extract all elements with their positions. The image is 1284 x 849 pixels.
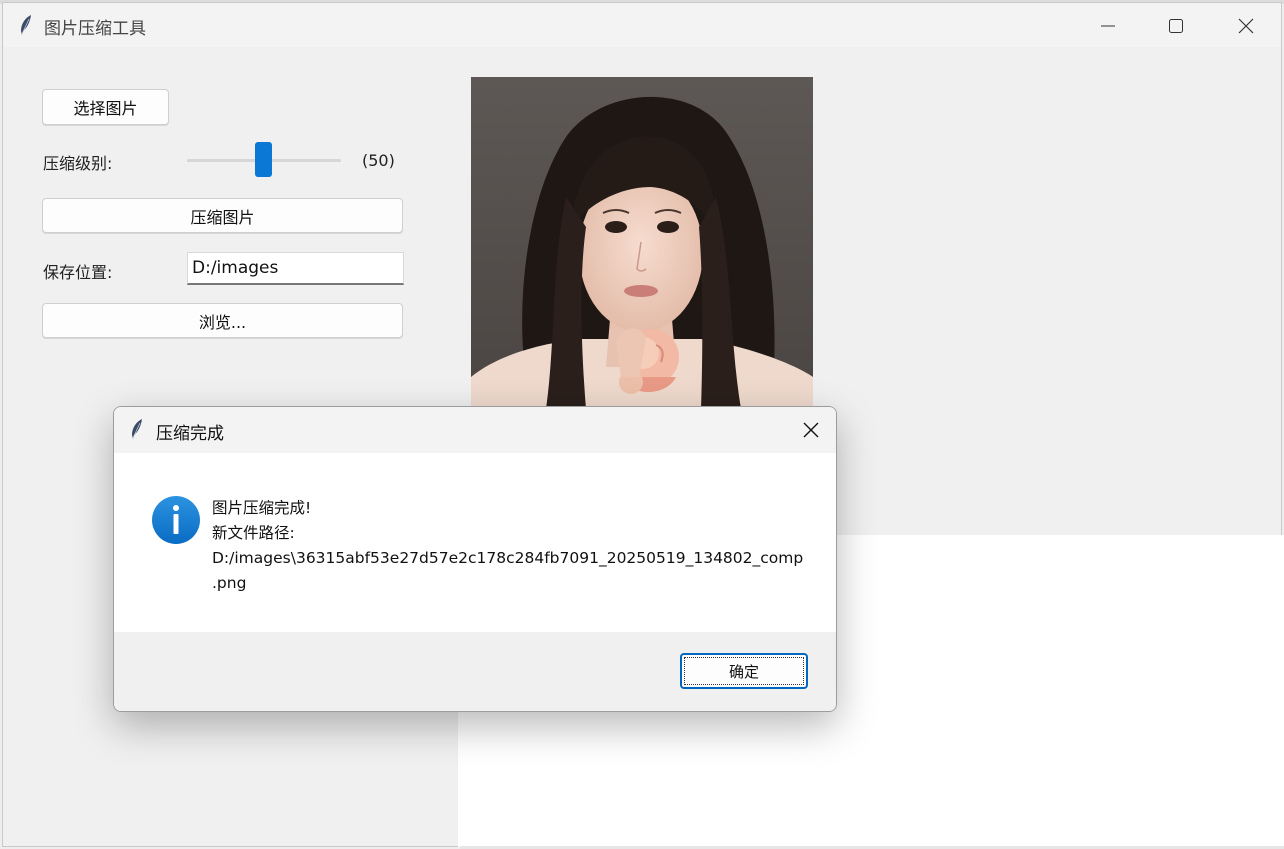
browse-button[interactable]: 浏览...: [42, 303, 403, 338]
message-line: 新文件路径:: [212, 524, 295, 542]
feather-icon: [130, 418, 144, 444]
minimize-button[interactable]: [1085, 12, 1131, 40]
maximize-button[interactable]: [1153, 12, 1199, 40]
close-icon: [1238, 18, 1254, 34]
title-bar: 图片压缩工具: [3, 3, 1281, 47]
maximize-icon: [1169, 19, 1183, 33]
dialog-title-bar: 压缩完成: [114, 407, 836, 453]
save-location-input[interactable]: [187, 252, 404, 285]
compress-image-button[interactable]: 压缩图片: [42, 198, 403, 233]
compression-level-value: (50): [362, 151, 395, 170]
dialog-title: 压缩完成: [156, 424, 224, 444]
slider-thumb[interactable]: [255, 142, 272, 177]
focus-ring: [684, 657, 804, 685]
window-title: 图片压缩工具: [44, 19, 146, 39]
save-location-label: 保存位置:: [43, 263, 113, 282]
ok-button[interactable]: 确定: [680, 653, 808, 689]
image-preview: [471, 77, 813, 409]
info-icon: [151, 495, 201, 545]
close-icon: [803, 422, 819, 438]
minimize-icon: [1101, 25, 1115, 27]
message-file-path: D:/images\36315abf53e27d57e2c178c284fb70…: [212, 549, 804, 567]
select-image-button[interactable]: 选择图片: [42, 89, 169, 125]
dialog-message: 图片压缩完成! 新文件路径: D:/images\36315abf53e27d5…: [212, 496, 804, 596]
compression-level-label: 压缩级别:: [43, 154, 113, 173]
close-button[interactable]: [1223, 12, 1269, 40]
dialog-footer: 确定: [114, 632, 836, 711]
dialog-close-button[interactable]: [794, 415, 828, 445]
feather-icon: [19, 14, 33, 40]
message-file-path: .png: [212, 574, 247, 592]
message-line: 图片压缩完成!: [212, 499, 312, 517]
compression-complete-dialog: 压缩完成 图片压缩完成! 新文件路径: D:/images\36315abf53…: [113, 406, 837, 712]
